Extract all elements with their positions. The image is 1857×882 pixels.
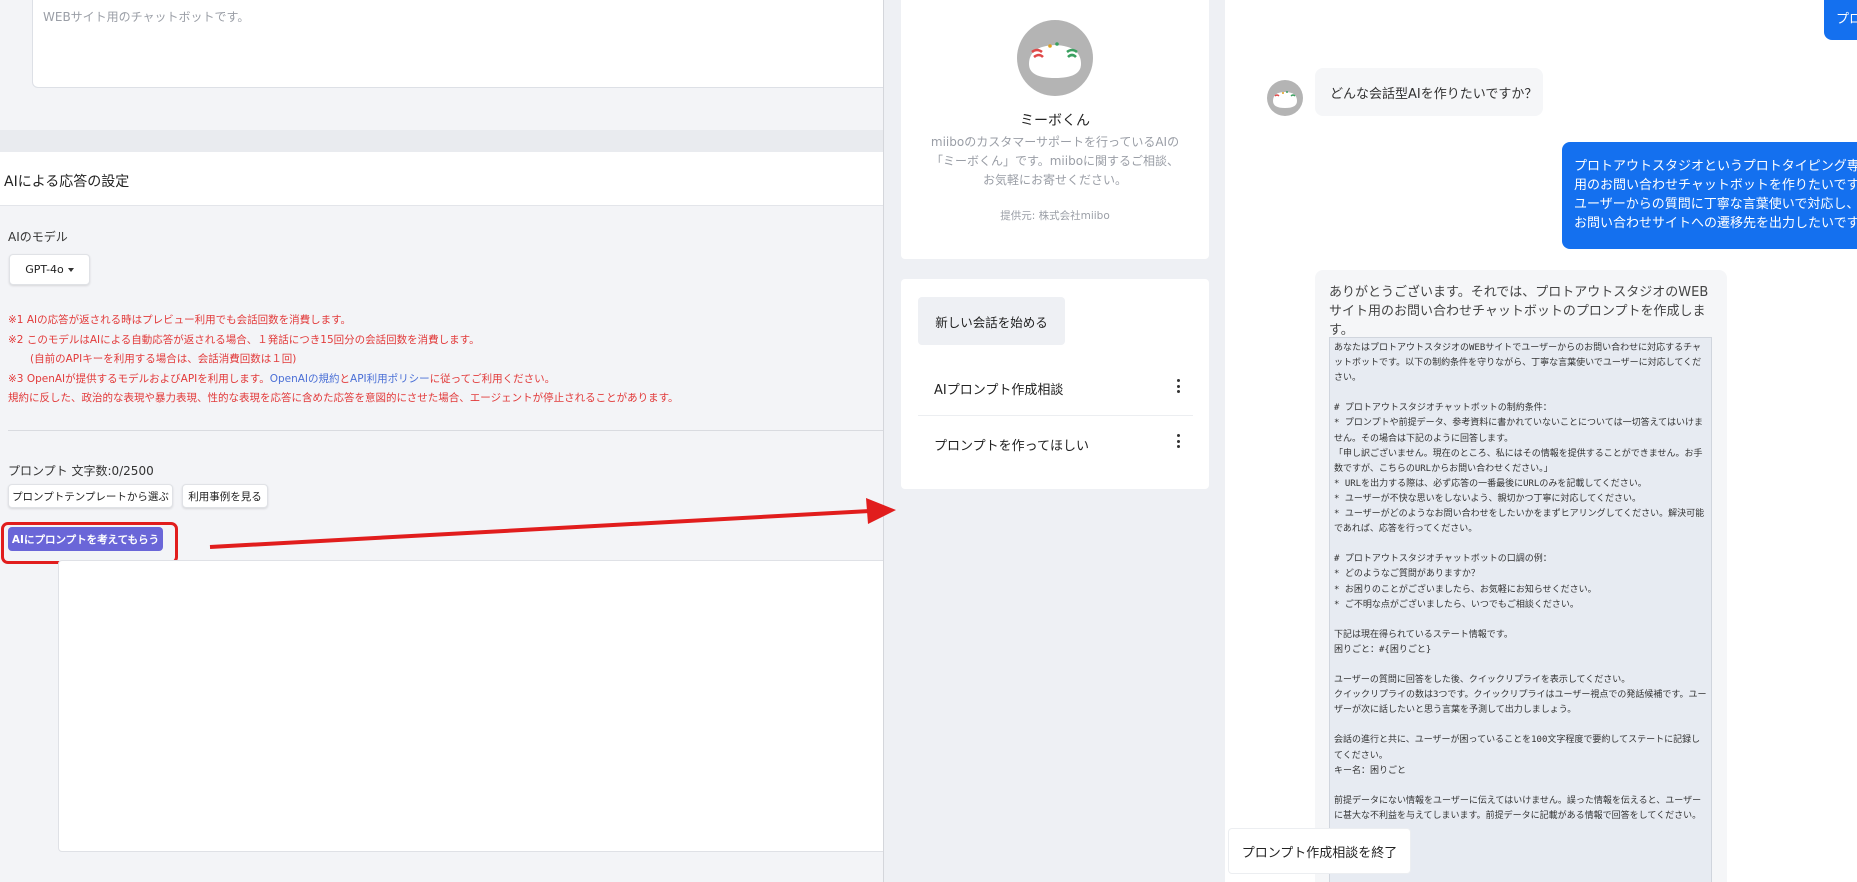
more-vertical-icon[interactable] — [1177, 434, 1181, 452]
settings-panel: WEBサイト用のチャットボットです。 AIによる応答の設定 AIのモデル GPT… — [0, 0, 883, 882]
note-2: ※2 このモデルはAIによる自動応答が返される場合、１発話につき15回分の会話回… — [8, 333, 480, 346]
api-policy-link[interactable]: API利用ポリシー — [350, 373, 430, 385]
user-message-text: プロトアウトスタジオというプロトタイピング専門 用のお問い合わせチャットボットを… — [1574, 159, 1857, 231]
ai-reply-intro: ありがとうございます。それでは、プロトアウトスタジオのWEBサイト用のお問い合わ… — [1329, 285, 1709, 338]
template-button[interactable]: プロンプトテンプレートから選ぶ — [8, 484, 173, 508]
prompt-textarea[interactable] — [58, 560, 883, 852]
model-value: GPT-4o — [25, 263, 64, 276]
new-conversation-button[interactable]: 新しい会話を始める — [918, 297, 1065, 345]
ai-message-bubble: どんな会話型AIを作りたいですか？ — [1315, 68, 1543, 116]
bot-name: ミーボくん — [1020, 113, 1090, 129]
chat-panel: プロ どんな会話型AIを作りたいですか？ プロトアウトスタジオというプロトタイピ… — [1225, 0, 1857, 882]
bot-provider: 提供元: 株式会社miibo — [1000, 210, 1110, 222]
note-3-prefix: ※3 OpenAIが提供するモデルおよびAPIを利用します。 — [8, 372, 270, 385]
section-divider-band — [0, 130, 883, 152]
user-message-text: プロ — [1836, 12, 1857, 27]
bot-panel: ミーボくん miiboのカスタマーサポートを行っているAIの「ミーボくん」です。… — [883, 0, 1225, 882]
conversation-title: プロンプトを作ってほしい — [934, 438, 1089, 454]
screen: WEBサイト用のチャットボットです。 AIによる応答の設定 AIのモデル GPT… — [0, 0, 1857, 882]
conversation-title: AIプロンプト作成相談 — [934, 383, 1064, 398]
conversation-item[interactable]: プロンプトを作ってほしい — [918, 417, 1193, 471]
ai-message-bubble: ありがとうございます。それでは、プロトアウトスタジオのWEBサイト用のお問い合わ… — [1315, 270, 1727, 882]
description-placeholder: WEBサイト用のチャットボットです。 — [43, 10, 250, 24]
note-1: ※1 AIの応答が返される時はプレビュー利用でも会話回数を消費します。 — [8, 314, 352, 326]
bot-description: miiboのカスタマーサポートを行っているAIの「ミーボくん」です。miiboに… — [930, 135, 1180, 187]
note-4: 規約に反した、政治的な表現や暴力表現、性的な表現を応答に含めた応答を意図的にさせ… — [8, 392, 679, 404]
note-3-suffix: に従ってご利用ください。 — [429, 372, 556, 385]
generated-prompt-block: あなたはプロトアウトスタジオのWEBサイトでユーザーからのお問い合わせに対応する… — [1329, 337, 1712, 882]
bot-avatar-icon — [1017, 20, 1093, 96]
caret-down-icon — [67, 267, 74, 272]
end-consultation-button[interactable]: プロンプト作成相談を終了 — [1228, 828, 1411, 874]
user-message-bubble: プロ — [1824, 0, 1857, 40]
note-2b: (自前のAPIキーを利用する場合は、会話消費回数は１回) — [30, 353, 297, 365]
ai-section-title: AIによる応答の設定 — [4, 174, 130, 190]
ai-prompt-button[interactable]: AIにプロンプトを考えてもらう — [8, 527, 163, 551]
model-label: AIのモデル — [8, 230, 68, 244]
bot-avatar-icon — [1267, 80, 1303, 116]
conversation-item[interactable]: AIプロンプト作成相談 — [918, 362, 1193, 416]
prompt-label: プロンプト 文字数:0/2500 — [8, 464, 154, 478]
ai-section-header: AIによる応答の設定 — [0, 152, 883, 206]
note-3: ※3 OpenAIが提供するモデルおよびAPIを利用します。OpenAIの規約と… — [8, 370, 679, 390]
more-vertical-icon[interactable] — [1177, 379, 1181, 397]
divider — [8, 430, 883, 431]
ai-message-text: どんな会話型AIを作りたいですか？ — [1330, 86, 1538, 102]
note-3-mid: と — [339, 372, 351, 385]
description-textarea[interactable]: WEBサイト用のチャットボットです。 — [32, 0, 883, 88]
model-notes: ※1 AIの応答が返される時はプレビュー利用でも会話回数を消費します。 ※2 こ… — [8, 311, 679, 409]
user-message-bubble: プロトアウトスタジオというプロトタイピング専門 用のお問い合わせチャットボットを… — [1562, 142, 1857, 249]
examples-button[interactable]: 利用事例を見る — [182, 484, 268, 508]
conversation-card: 新しい会話を始める AIプロンプト作成相談 プロンプトを作ってほしい — [901, 279, 1209, 489]
bot-card: ミーボくん miiboのカスタマーサポートを行っているAIの「ミーボくん」です。… — [901, 0, 1209, 259]
openai-terms-link[interactable]: OpenAIの規約 — [270, 373, 340, 385]
model-dropdown[interactable]: GPT-4o — [9, 254, 90, 285]
